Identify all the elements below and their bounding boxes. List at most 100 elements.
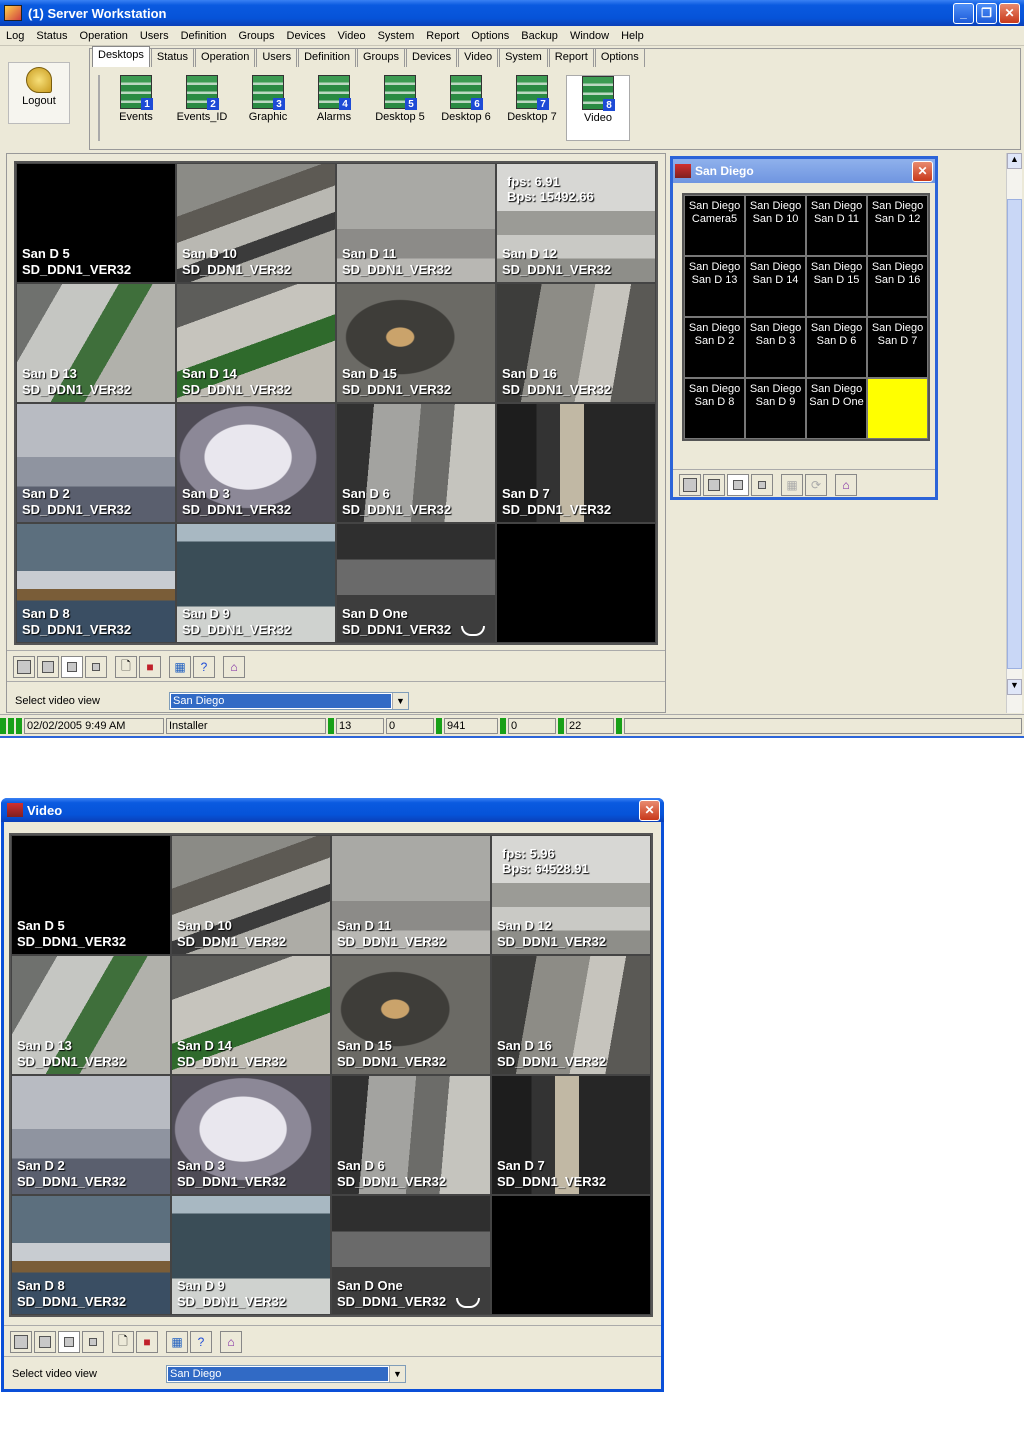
exit-icon[interactable]: ⌂: [223, 656, 245, 678]
video-cell[interactable]: San D 13 SD_DDN1_VER32: [16, 283, 176, 403]
video-cell[interactable]: San D 3 SD_DDN1_VER32: [176, 403, 336, 523]
tab-groups[interactable]: Groups: [356, 48, 406, 67]
scroll-down-icon[interactable]: ▼: [1007, 679, 1022, 695]
tab-definition[interactable]: Definition: [298, 48, 356, 67]
camera-map-cell[interactable]: San Diego San D One: [806, 378, 867, 439]
desktop-button-1[interactable]: 1 Events: [104, 75, 168, 141]
layout-3x3-button[interactable]: [58, 1331, 80, 1353]
layout-2x2-button[interactable]: [34, 1331, 56, 1353]
video-cell[interactable]: San D 8 SD_DDN1_VER32: [16, 523, 176, 643]
menu-report[interactable]: Report: [420, 30, 465, 42]
layout-2x2-button[interactable]: [703, 474, 725, 496]
camera-map-cell[interactable]: San Diego San D 16: [867, 256, 928, 317]
refresh-icon[interactable]: ⟳: [805, 474, 827, 496]
camera-map-cell[interactable]: San Diego San D 11: [806, 195, 867, 256]
camera-map-cell[interactable]: San Diego San D 10: [745, 195, 806, 256]
restore-button[interactable]: ❐: [976, 2, 997, 24]
grid-view-icon[interactable]: ▦: [166, 1331, 188, 1353]
desktop-button-8[interactable]: 8 Video: [566, 75, 630, 141]
desktop-button-7[interactable]: 7 Desktop 7: [500, 75, 564, 141]
close-button[interactable]: ✕: [999, 2, 1020, 24]
record-icon[interactable]: ■: [139, 656, 161, 678]
camera-map-cell[interactable]: San Diego San D 14: [745, 256, 806, 317]
camera-map-cell[interactable]: San Diego San D 15: [806, 256, 867, 317]
exit-icon[interactable]: ⌂: [220, 1331, 242, 1353]
camera-map-cell[interactable]: San Diego Camera5: [684, 195, 745, 256]
video-cell-2[interactable]: San D 11 SD_DDN1_VER32: [331, 835, 491, 955]
video-cell[interactable]: San D 9 SD_DDN1_VER32: [176, 523, 336, 643]
menu-operation[interactable]: Operation: [74, 30, 134, 42]
menu-system[interactable]: System: [372, 30, 421, 42]
layout-3x3-button[interactable]: [61, 656, 83, 678]
video-cell[interactable]: San D One SD_DDN1_VER32: [336, 523, 496, 643]
menu-log[interactable]: Log: [0, 30, 30, 42]
desktop-button-5[interactable]: 5 Desktop 5: [368, 75, 432, 141]
new-document-icon[interactable]: 🗋: [115, 656, 137, 678]
tab-users[interactable]: Users: [256, 48, 298, 67]
tab-report[interactable]: Report: [548, 48, 594, 67]
new-document-icon[interactable]: 🗋: [112, 1331, 134, 1353]
chevron-down-icon[interactable]: ▼: [389, 1366, 405, 1382]
tab-operation[interactable]: Operation: [195, 48, 256, 67]
desktop-button-2[interactable]: 2 Events_ID: [170, 75, 234, 141]
video-cell-2[interactable]: San D One SD_DDN1_VER32: [331, 1195, 491, 1315]
chevron-down-icon[interactable]: ▼: [392, 693, 408, 709]
grid-view-icon[interactable]: ▦: [781, 474, 803, 496]
layout-4x4-button[interactable]: [82, 1331, 104, 1353]
menu-help[interactable]: Help: [615, 30, 650, 42]
video-cell[interactable]: San D 16 SD_DDN1_VER32: [496, 283, 656, 403]
scroll-up-icon[interactable]: ▲: [1007, 153, 1022, 169]
video-cell[interactable]: San D 10 SD_DDN1_VER32: [176, 163, 336, 283]
exit-icon[interactable]: ⌂: [835, 474, 857, 496]
desktop-button-4[interactable]: 4 Alarms: [302, 75, 366, 141]
video-cell[interactable]: San D 14 SD_DDN1_VER32: [176, 283, 336, 403]
video-cell-2[interactable]: San D 14 SD_DDN1_VER32: [171, 955, 331, 1075]
menu-window[interactable]: Window: [564, 30, 615, 42]
menu-groups[interactable]: Groups: [232, 30, 280, 42]
tab-system[interactable]: System: [499, 48, 548, 67]
menu-users[interactable]: Users: [134, 30, 175, 42]
video-cell-2[interactable]: San D 10 SD_DDN1_VER32: [171, 835, 331, 955]
video-cell-2[interactable]: San D 16 SD_DDN1_VER32: [491, 955, 651, 1075]
layout-1x1-button[interactable]: [679, 474, 701, 496]
video-cell-2[interactable]: [491, 1195, 651, 1315]
video-close-button[interactable]: ✕: [639, 799, 660, 821]
video-cell-2[interactable]: San D 5 SD_DDN1_VER32: [11, 835, 171, 955]
layout-2x2-button[interactable]: [37, 656, 59, 678]
video-cell-2[interactable]: San D 9 SD_DDN1_VER32: [171, 1195, 331, 1315]
layout-4x4-button[interactable]: [85, 656, 107, 678]
video-cell-2[interactable]: San D 13 SD_DDN1_VER32: [11, 955, 171, 1075]
video-cell-2[interactable]: San D 2 SD_DDN1_VER32: [11, 1075, 171, 1195]
video-cell[interactable]: San D 11 SD_DDN1_VER32: [336, 163, 496, 283]
scroll-thumb[interactable]: [1007, 199, 1022, 669]
vertical-scrollbar[interactable]: ▲ ▼: [1006, 153, 1022, 713]
menu-backup[interactable]: Backup: [515, 30, 564, 42]
camera-map-cell[interactable]: San Diego San D 8: [684, 378, 745, 439]
video-cell[interactable]: San D 15 SD_DDN1_VER32: [336, 283, 496, 403]
video-cell[interactable]: San D 6 SD_DDN1_VER32: [336, 403, 496, 523]
tab-status[interactable]: Status: [150, 48, 195, 67]
minimize-button[interactable]: _: [953, 2, 974, 24]
menu-devices[interactable]: Devices: [281, 30, 332, 42]
menu-options[interactable]: Options: [465, 30, 515, 42]
menu-video[interactable]: Video: [332, 30, 372, 42]
tab-desktops[interactable]: Desktops: [92, 46, 150, 67]
video-cell[interactable]: San D 5 SD_DDN1_VER32: [16, 163, 176, 283]
grid-view-icon[interactable]: ▦: [169, 656, 191, 678]
video-cell-2[interactable]: San D 12 SD_DDN1_VER32 fps: 5.96 Bps: 64528…: [491, 835, 651, 955]
camera-map-cell[interactable]: San Diego San D 9: [745, 378, 806, 439]
camera-map-cell[interactable]: San Diego San D 3: [745, 317, 806, 378]
tab-devices[interactable]: Devices: [406, 48, 458, 67]
video-cell[interactable]: San D 2 SD_DDN1_VER32: [16, 403, 176, 523]
desktop-button-3[interactable]: 3 Graphic: [236, 75, 300, 141]
desktop-button-6[interactable]: 6 Desktop 6: [434, 75, 498, 141]
video-cell[interactable]: San D 7 SD_DDN1_VER32: [496, 403, 656, 523]
layout-1x1-button[interactable]: [13, 656, 35, 678]
menu-definition[interactable]: Definition: [175, 30, 233, 42]
video-cell-2[interactable]: San D 15 SD_DDN1_VER32: [331, 955, 491, 1075]
tab-video[interactable]: Video: [458, 48, 499, 67]
help-icon[interactable]: ?: [193, 656, 215, 678]
video-cell-2[interactable]: San D 7 SD_DDN1_VER32: [491, 1075, 651, 1195]
record-icon[interactable]: ■: [136, 1331, 158, 1353]
video-view-select-2[interactable]: San Diego ▼: [166, 1365, 406, 1383]
